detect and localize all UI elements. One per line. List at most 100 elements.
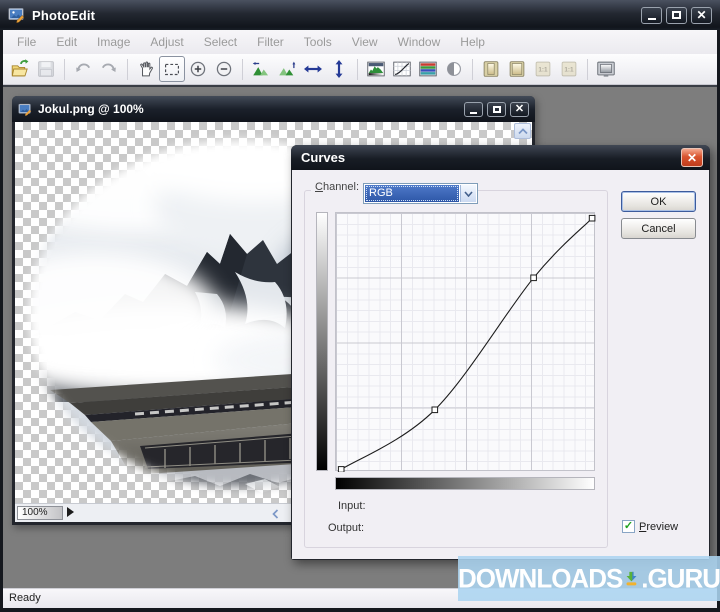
- brightness-button[interactable]: [441, 56, 467, 82]
- open-folder-icon: [9, 58, 31, 80]
- app-icon: [8, 7, 25, 23]
- horizontal-gradient-bar: [335, 477, 595, 490]
- chevron-left-icon: [272, 509, 279, 519]
- checkmark-icon: ✓: [624, 521, 633, 532]
- stretch-horizontal-button[interactable]: [300, 56, 326, 82]
- zoom-out-button[interactable]: [211, 56, 237, 82]
- toolbar-separator: [64, 59, 65, 80]
- document-title: Jokul.png @ 100%: [38, 102, 144, 116]
- document-maximize-button[interactable]: [487, 102, 506, 117]
- menu-item-file[interactable]: File: [7, 30, 46, 54]
- close-button[interactable]: ✕: [691, 7, 712, 24]
- stretch-vertical-button[interactable]: [326, 56, 352, 82]
- curve-canvas[interactable]: [336, 213, 596, 472]
- one-to-one-b-button[interactable]: 1:1: [556, 56, 582, 82]
- menu-item-help[interactable]: Help: [450, 30, 495, 54]
- toolbar-separator: [242, 59, 243, 80]
- flip-vertical-button[interactable]: [274, 56, 300, 82]
- flip-vertical-icon: [276, 58, 298, 80]
- hand-tool-button[interactable]: [133, 56, 159, 82]
- zoom-in-button[interactable]: [185, 56, 211, 82]
- minimize-button[interactable]: [641, 7, 662, 24]
- redo-button[interactable]: [96, 56, 122, 82]
- horizontal-double-arrow-icon: [302, 58, 324, 80]
- rect-select-button[interactable]: [159, 56, 185, 82]
- watermark-text-left: DOWNLOADS: [458, 562, 622, 594]
- curves-dialog-close-button[interactable]: ✕: [681, 148, 703, 167]
- close-icon: ✕: [515, 104, 524, 115]
- vertical-scroll-up-button[interactable]: [514, 123, 531, 139]
- curve-control-point[interactable]: [531, 275, 537, 281]
- svg-text:1:1: 1:1: [538, 67, 548, 74]
- curve-grid[interactable]: [335, 212, 595, 471]
- undo-button[interactable]: [70, 56, 96, 82]
- open-button[interactable]: [7, 56, 33, 82]
- preview-checkbox[interactable]: ✓: [622, 520, 635, 533]
- preview-control: ✓ Preview: [622, 520, 678, 533]
- one-to-one-icon: 1:1: [532, 58, 554, 80]
- flip-horizontal-button[interactable]: [248, 56, 274, 82]
- zoom-level-box[interactable]: 100%: [17, 506, 63, 520]
- curve-control-point[interactable]: [432, 407, 438, 413]
- curves-dialog-body: Channel: RGB OK Cancel Input:: [292, 170, 709, 559]
- curves-dialog-title: Curves: [301, 150, 345, 165]
- curve-control-point[interactable]: [338, 467, 344, 472]
- curves-dialog-titlebar[interactable]: Curves: [291, 145, 710, 170]
- menu-item-window[interactable]: Window: [388, 30, 451, 54]
- document-titlebar[interactable]: Jokul.png @ 100% ✕: [12, 96, 535, 122]
- app-title: PhotoEdit: [32, 8, 95, 23]
- histogram-icon: [365, 58, 387, 80]
- horizontal-scroll-left-button[interactable]: [267, 507, 283, 520]
- monitor-icon: [595, 58, 617, 80]
- toolbar: 1:1 1:1: [3, 54, 717, 85]
- photoedit-app: PhotoEdit ✕ FileEditImageAdjustSelectFil…: [0, 0, 720, 612]
- minimize-icon: [648, 18, 656, 20]
- save-button[interactable]: [33, 56, 59, 82]
- zoom-menu-arrow-icon[interactable]: [67, 507, 74, 517]
- histogram-button[interactable]: [363, 56, 389, 82]
- fit-window-button[interactable]: [478, 56, 504, 82]
- close-icon: ✕: [696, 9, 706, 21]
- maximize-button[interactable]: [666, 7, 687, 24]
- menu-item-image[interactable]: Image: [87, 30, 140, 54]
- zoom-out-icon: [213, 58, 235, 80]
- menu-item-view[interactable]: View: [342, 30, 388, 54]
- channel-dropdown[interactable]: RGB: [363, 183, 478, 204]
- menu-item-adjust[interactable]: Adjust: [140, 30, 193, 54]
- toolbar-separator: [472, 59, 473, 80]
- output-label: Output:: [328, 522, 364, 534]
- one-to-one-icon: 1:1: [558, 58, 580, 80]
- color-stripes-icon: [417, 58, 439, 80]
- cancel-button[interactable]: Cancel: [621, 218, 696, 239]
- document-close-button[interactable]: ✕: [510, 102, 529, 117]
- color-palette-button[interactable]: [415, 56, 441, 82]
- menu-item-filter[interactable]: Filter: [247, 30, 294, 54]
- svg-text:1:1: 1:1: [564, 67, 574, 74]
- one-to-one-a-button[interactable]: 1:1: [530, 56, 556, 82]
- toolbar-separator: [587, 59, 588, 80]
- menu-item-select[interactable]: Select: [194, 30, 247, 54]
- tone-curve: [341, 218, 592, 469]
- maximize-icon: [493, 106, 501, 113]
- menu-item-tools[interactable]: Tools: [294, 30, 342, 54]
- document-minimize-button[interactable]: [464, 102, 483, 117]
- app-titlebar[interactable]: PhotoEdit ✕: [0, 0, 720, 30]
- curves-button[interactable]: [389, 56, 415, 82]
- close-icon: ✕: [687, 151, 697, 165]
- curves-dialog: Curves ✕ Channel: RGB OK Cancel: [291, 145, 710, 560]
- fullscreen-button[interactable]: [593, 56, 619, 82]
- redo-icon: [98, 58, 120, 80]
- ok-button[interactable]: OK: [621, 191, 696, 212]
- channel-dropdown-button[interactable]: [460, 185, 476, 202]
- actual-size-window-button[interactable]: [504, 56, 530, 82]
- mdi-workspace: Jokul.png @ 100% ✕: [3, 85, 717, 588]
- chevron-down-icon: [464, 191, 473, 197]
- curves-icon: [391, 58, 413, 80]
- channel-label: Channel:: [311, 181, 363, 193]
- status-text: Ready: [9, 592, 41, 604]
- watermark-banner: DOWNLOADS .GURU: [458, 556, 720, 601]
- menu-item-edit[interactable]: Edit: [46, 30, 87, 54]
- actual-size-window-icon: [506, 58, 528, 80]
- menu-bar: FileEditImageAdjustSelectFilterToolsView…: [3, 30, 717, 54]
- curve-control-point[interactable]: [589, 215, 595, 221]
